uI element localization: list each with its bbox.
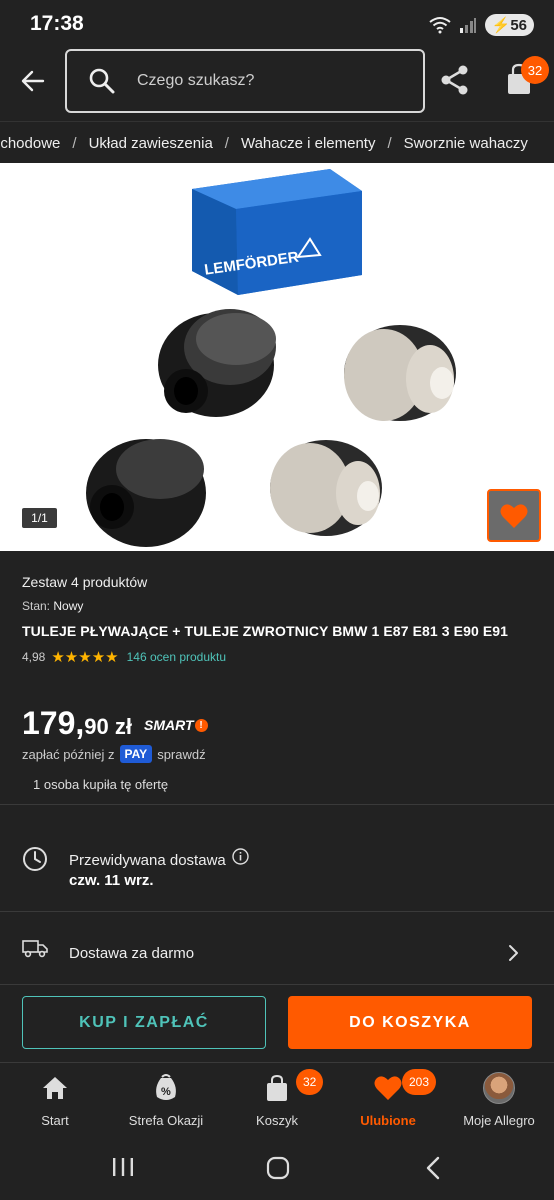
battery-indicator: ⚡56 [484, 14, 534, 36]
pay-later-check[interactable]: sprawdź [157, 747, 205, 762]
delivery-estimate-label: Przewidywana dostawa [69, 848, 249, 869]
back-nav-icon[interactable] [424, 1156, 442, 1180]
breadcrumb: ochodowe / Układ zawieszenia / Wahacze i… [0, 121, 554, 163]
condition: Stan: Nowy [22, 599, 83, 613]
back-button[interactable] [14, 62, 52, 100]
discount-bag-icon: % [156, 1074, 176, 1100]
share-button[interactable] [440, 64, 474, 100]
condition-value: Nowy [53, 599, 84, 613]
delivery-estimate-text: Przewidywana dostawa [69, 852, 226, 869]
pay-logo: PAY [119, 745, 153, 763]
divider [0, 911, 554, 912]
breadcrumb-item[interactable]: Wahacze i elementy [241, 135, 376, 152]
buyers-count: 1 osoba kupiła tę ofertę [33, 777, 169, 792]
add-to-cart-button[interactable]: DO KOSZYKA [288, 996, 532, 1049]
nav-label: Moje Allegro [463, 1113, 535, 1128]
nav-favorites-badge: 203 [402, 1069, 437, 1095]
avatar [483, 1072, 515, 1104]
nav-my-allegro[interactable]: Moje Allegro [449, 1072, 549, 1128]
search-box[interactable] [65, 49, 425, 113]
bushing-grey-2 [270, 440, 382, 536]
breadcrumb-separator: / [72, 135, 77, 152]
heart-icon [500, 503, 528, 528]
bushing-grey-1 [344, 325, 456, 421]
search-icon [89, 68, 115, 94]
nav-label: Strefa Okazji [128, 1113, 204, 1128]
status-icons: ⚡56 [429, 14, 534, 36]
nav-deals[interactable]: % Strefa Okazji [116, 1073, 216, 1128]
pay-later-row[interactable]: zapłać później z PAY sprawdź [22, 745, 206, 763]
price-whole: 179, [22, 705, 85, 741]
nav-label: Start [41, 1113, 69, 1128]
breadcrumb-item[interactable]: Układ zawieszenia [89, 135, 213, 152]
breadcrumb-item[interactable]: Sworznie wahaczy [404, 135, 528, 152]
set-label: Zestaw 4 produktów [22, 574, 148, 590]
product-image-gallery[interactable]: LEMFÖRDER [0, 163, 554, 551]
breadcrumb-separator: / [387, 135, 392, 152]
star-rating-icon: ★★★★★ [51, 649, 119, 666]
heart-icon [374, 1076, 402, 1100]
battery-icon: ⚡ [491, 17, 511, 34]
search-input[interactable] [137, 72, 377, 90]
nav-start[interactable]: Start [5, 1073, 105, 1128]
free-delivery-row[interactable]: Dostawa za darmo [69, 945, 194, 962]
status-time: 17:38 [30, 12, 84, 35]
add-to-favorites-button[interactable] [487, 489, 541, 542]
rating-value: 4,98 [22, 650, 46, 664]
cart-count-badge: 32 [521, 56, 549, 84]
bushing-black-2 [86, 439, 206, 547]
truck-icon [22, 940, 48, 958]
app-root: 17:38 ⚡56 Czego szukasz? 32 chodowe / Uk… [0, 0, 554, 1200]
product-image: LEMFÖRDER [86, 169, 456, 547]
clock-icon [23, 847, 47, 871]
wifi-icon [429, 17, 451, 34]
chevron-right-icon[interactable] [506, 944, 520, 962]
arrow-left-icon [21, 70, 45, 92]
product-box: LEMFÖRDER [192, 169, 362, 295]
home-button-icon[interactable] [266, 1156, 290, 1180]
svg-text:%: % [161, 1086, 171, 1098]
condition-label: Stan: [22, 599, 51, 613]
smart-badge[interactable]: SMART ! [144, 717, 208, 733]
buy-now-button[interactable]: KUP I ZAPŁAĆ [22, 996, 266, 1049]
signal-icon [459, 18, 476, 33]
product-title: TULEJE PŁYWAJĄCE + TULEJE ZWROTNICY BMW … [22, 623, 509, 639]
rating-row[interactable]: 4,98 ★★★★★ 146 ocen produktu [22, 648, 226, 666]
bottom-nav: Start % Strefa Okazji Koszyk 32 Ulubione… [0, 1062, 554, 1136]
system-nav-bar [0, 1136, 554, 1200]
home-icon [43, 1077, 67, 1099]
reviews-link[interactable]: 146 ocen produktu [127, 650, 226, 664]
divider [0, 804, 554, 805]
nav-label: Koszyk [256, 1113, 298, 1128]
smart-label: SMART [144, 717, 194, 733]
breadcrumb-item[interactable]: ochodowe [0, 135, 60, 152]
battery-level: 56 [510, 17, 527, 34]
price-fraction: 90 zł [84, 714, 132, 739]
pay-later-prefix: zapłać później z [22, 746, 115, 762]
bushing-black-1 [158, 309, 276, 417]
price: 179,90 zł [22, 705, 132, 742]
share-icon [441, 65, 468, 95]
image-counter: 1/1 [22, 508, 57, 528]
nav-cart-badge: 32 [296, 1069, 324, 1095]
shopping-bag-icon [267, 1074, 287, 1101]
recent-apps-icon[interactable] [111, 1156, 135, 1178]
delivery-date: czw. 11 wrz. [69, 872, 154, 889]
nav-label: Ulubione [360, 1113, 416, 1128]
breadcrumb-separator: / [224, 135, 229, 152]
info-icon[interactable] [232, 848, 249, 865]
smart-exclamation-icon: ! [194, 718, 208, 732]
